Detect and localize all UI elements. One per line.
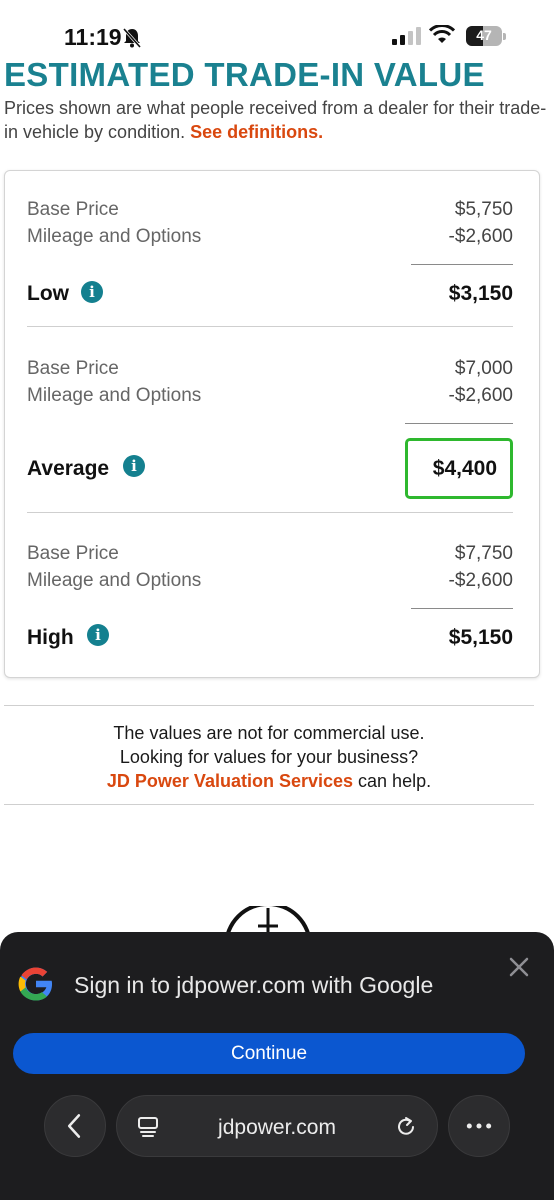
url-text: jdpower.com (218, 1116, 336, 1139)
see-definitions-link[interactable]: See definitions. (190, 122, 323, 142)
high-adjustment-row: Mileage and Options -$2,600 (27, 570, 513, 592)
disclaimer-suffix: can help. (353, 771, 432, 791)
section-divider (27, 326, 513, 327)
disclaimer-line-3: JD Power Valuation Services can help. (0, 769, 538, 793)
battery-indicator: 47 (466, 26, 506, 46)
base-price-value: $7,750 (454, 543, 513, 564)
base-price-value: $5,750 (454, 199, 513, 220)
adjustment-value: -$2,600 (448, 226, 513, 247)
status-time: 11:19 (64, 24, 122, 50)
ellipsis-icon (466, 1123, 492, 1129)
base-price-label: Base Price (27, 199, 119, 220)
base-price-label: Base Price (27, 358, 119, 379)
condition-total: $4,400 (432, 457, 497, 480)
average-base-price-row: Base Price $7,000 (27, 358, 513, 380)
disclaimer-line-1: The values are not for commercial use. (113, 723, 425, 743)
low-adjustment-row: Mileage and Options -$2,600 (27, 226, 513, 248)
condition-label: High (27, 626, 74, 649)
info-icon[interactable]: i (81, 281, 103, 303)
reload-icon[interactable] (395, 1116, 417, 1138)
base-price-label: Base Price (27, 543, 119, 564)
cellular-signal-icon (392, 27, 421, 45)
continue-button[interactable]: Continue (13, 1033, 525, 1074)
google-signin-sheet: Sign in to jdpower.com with Google Conti… (0, 932, 554, 1200)
signin-title: Sign in to jdpower.com with Google (74, 972, 434, 998)
address-bar[interactable]: jdpower.com (116, 1095, 438, 1157)
intro-text: Prices shown are what people received fr… (4, 96, 550, 144)
disclaimer-line-2: Looking for values for your business? (119, 747, 419, 767)
high-base-price-row: Base Price $7,750 (27, 543, 513, 565)
chevron-left-icon (67, 1114, 81, 1138)
status-bar: 11:19 47 (0, 0, 554, 60)
info-icon[interactable]: i (123, 455, 145, 477)
valuation-services-link[interactable]: JD Power Valuation Services (107, 771, 353, 791)
trade-in-value-card: Base Price $5,750 Mileage and Options -$… (4, 170, 540, 678)
info-icon[interactable]: i (87, 624, 109, 646)
browser-toolbar: jdpower.com (0, 1092, 554, 1162)
disclaimer-top-divider (4, 705, 534, 706)
page-title: ESTIMATED TRADE-IN VALUE (4, 56, 485, 93)
adjustment-value: -$2,600 (448, 385, 513, 406)
disclaimer: The values are not for commercial use. L… (0, 721, 538, 793)
sum-rule (411, 608, 513, 609)
low-base-price-row: Base Price $5,750 (27, 199, 513, 221)
disclaimer-bottom-divider (4, 804, 534, 805)
sum-rule (411, 264, 513, 265)
adjustment-label: Mileage and Options (27, 570, 202, 591)
adjustment-label: Mileage and Options (27, 385, 202, 406)
battery-level: 47 (476, 27, 492, 43)
average-summary-row: Average $4,400 (27, 457, 513, 481)
close-icon[interactable] (506, 954, 532, 980)
more-options-button[interactable] (448, 1095, 510, 1157)
bell-slash-icon (122, 28, 142, 48)
adjustment-label: Mileage and Options (27, 226, 202, 247)
base-price-value: $7,000 (454, 358, 513, 379)
condition-total: $3,150 (448, 282, 513, 305)
average-adjustment-row: Mileage and Options -$2,600 (27, 385, 513, 407)
condition-label: Low (27, 282, 69, 305)
condition-total: $5,150 (448, 626, 513, 649)
adjustment-value: -$2,600 (448, 570, 513, 591)
condition-label: Average (27, 457, 110, 480)
section-divider (27, 512, 513, 513)
wifi-icon (429, 25, 455, 43)
sum-rule (405, 423, 513, 424)
google-logo-icon (18, 967, 54, 1001)
back-button[interactable] (44, 1095, 106, 1157)
